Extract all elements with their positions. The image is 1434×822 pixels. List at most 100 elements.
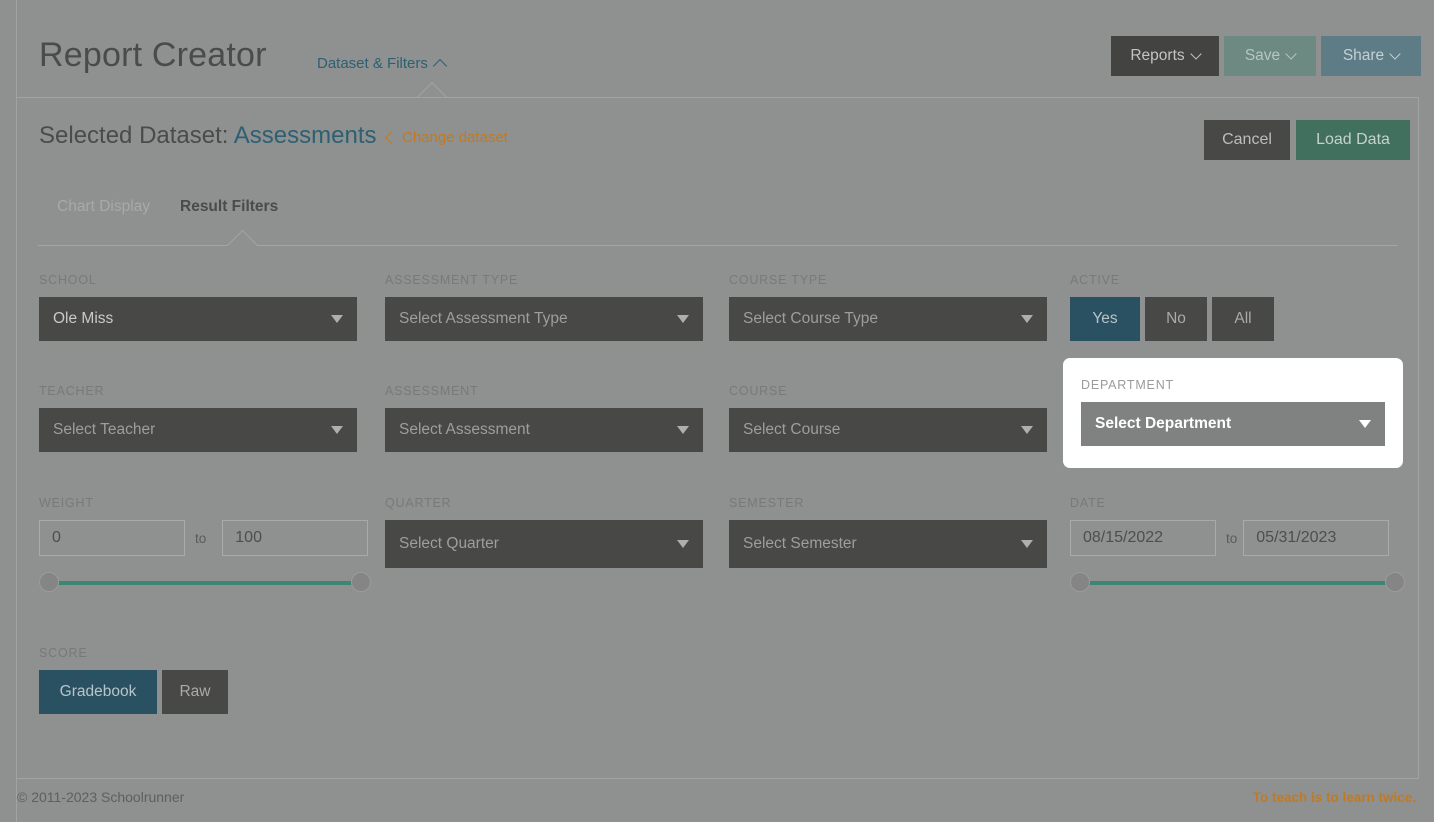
page-footer: © 2011-2023 Schoolrunner To teach is to … — [17, 779, 1434, 822]
chevron-down-icon — [1286, 48, 1297, 59]
change-dataset-link[interactable]: Change dataset — [387, 129, 508, 146]
app-root: Report Creator Dataset & Filters Reports… — [16, 0, 1434, 822]
chevron-down-icon — [677, 540, 689, 548]
department-highlight-popup: DEPARTMENT Select Department — [1063, 358, 1403, 468]
field-teacher-label: TEACHER — [39, 384, 357, 398]
selected-dataset-value: Assessments — [234, 122, 377, 149]
selected-dataset: Selected Dataset: Assessments — [39, 122, 377, 150]
share-button-label: Share — [1343, 47, 1384, 65]
field-quarter: QUARTER Select Quarter — [385, 496, 703, 568]
chevron-down-icon — [677, 426, 689, 434]
chevron-down-icon — [1390, 48, 1401, 59]
share-button[interactable]: Share — [1321, 36, 1421, 76]
weight-max-input[interactable] — [222, 520, 368, 556]
reports-button-label: Reports — [1130, 47, 1184, 65]
active-toggle-no[interactable]: No — [1145, 297, 1207, 341]
field-active: ACTIVE Yes No All — [1070, 273, 1412, 341]
date-range-inputs: to — [1070, 520, 1412, 556]
field-score: SCORE Gradebook Raw — [39, 646, 357, 714]
load-data-button[interactable]: Load Data — [1296, 120, 1410, 160]
chevron-down-icon — [1021, 540, 1033, 548]
assessment-select-value: Select Assessment — [399, 421, 530, 439]
chevron-down-icon — [331, 315, 343, 323]
field-weight-label: WEIGHT — [39, 496, 357, 510]
field-active-label: ACTIVE — [1070, 273, 1412, 287]
semester-select-value: Select Semester — [743, 535, 857, 553]
assessment-select[interactable]: Select Assessment — [385, 408, 703, 452]
semester-select[interactable]: Select Semester — [729, 520, 1047, 568]
date-slider-handle-start[interactable] — [1070, 572, 1090, 592]
active-toggle-all[interactable]: All — [1212, 297, 1274, 341]
field-teacher: TEACHER Select Teacher — [39, 384, 357, 452]
field-assessment: ASSESSMENT Select Assessment — [385, 384, 703, 452]
field-assessment-label: ASSESSMENT — [385, 384, 703, 398]
field-department-label: DEPARTMENT — [1081, 378, 1385, 392]
field-semester-label: SEMESTER — [729, 496, 1047, 510]
chevron-down-icon — [331, 426, 343, 434]
field-quarter-label: QUARTER — [385, 496, 703, 510]
chevron-down-icon — [1190, 48, 1201, 59]
score-toggle-raw[interactable]: Raw — [162, 670, 228, 714]
field-assessment-type: ASSESSMENT TYPE Select Assessment Type — [385, 273, 703, 341]
weight-range-slider[interactable] — [39, 572, 371, 594]
header-actions: Reports Save Share — [1111, 36, 1421, 76]
school-select-value: Ole Miss — [53, 310, 113, 328]
score-toggle-gradebook[interactable]: Gradebook — [39, 670, 157, 714]
field-date-label: DATE — [1070, 496, 1412, 510]
change-dataset-label: Change dataset — [402, 129, 508, 146]
date-end-input[interactable] — [1243, 520, 1389, 556]
field-course-type-label: COURSE TYPE — [729, 273, 1047, 287]
school-select[interactable]: Ole Miss — [39, 297, 357, 341]
course-select-value: Select Course — [743, 421, 840, 439]
weight-range-inputs: to — [39, 520, 357, 556]
dataset-bar: Selected Dataset: Assessments Change dat… — [17, 98, 1418, 176]
date-start-input[interactable] — [1070, 520, 1216, 556]
course-select[interactable]: Select Course — [729, 408, 1047, 452]
date-slider-handle-end[interactable] — [1385, 572, 1405, 592]
field-assessment-type-label: ASSESSMENT TYPE — [385, 273, 703, 287]
date-range-slider[interactable] — [1070, 572, 1405, 594]
weight-range-separator: to — [195, 531, 206, 546]
dataset-filters-toggle[interactable]: Dataset & Filters — [317, 55, 445, 72]
active-toggle-yes[interactable]: Yes — [1070, 297, 1140, 341]
active-tab-pointer — [225, 229, 259, 246]
teacher-select-value: Select Teacher — [53, 421, 155, 439]
tab-chart-display[interactable]: Chart Display — [57, 198, 150, 216]
dataset-bar-actions: Cancel Load Data — [1204, 120, 1410, 160]
tab-result-filters[interactable]: Result Filters — [180, 198, 278, 216]
course-type-select-value: Select Course Type — [743, 310, 878, 328]
department-select-value: Select Department — [1095, 415, 1231, 433]
department-select[interactable]: Select Department — [1081, 402, 1385, 446]
field-school-label: SCHOOL — [39, 273, 357, 287]
filters-panel: Selected Dataset: Assessments Change dat… — [17, 97, 1419, 779]
field-course: COURSE Select Course — [729, 384, 1047, 452]
weight-slider-handle-min[interactable] — [39, 572, 59, 592]
teacher-select[interactable]: Select Teacher — [39, 408, 357, 452]
page-header: Report Creator Dataset & Filters Reports… — [17, 0, 1434, 97]
chevron-down-icon — [677, 315, 689, 323]
assessment-type-select-value: Select Assessment Type — [399, 310, 568, 328]
chevron-left-icon — [385, 131, 398, 144]
field-score-label: SCORE — [39, 646, 357, 660]
chevron-down-icon — [1359, 420, 1371, 428]
weight-min-input[interactable] — [39, 520, 185, 556]
chevron-down-icon — [1021, 315, 1033, 323]
save-button-label: Save — [1245, 47, 1280, 65]
score-toggle-group: Gradebook Raw — [39, 670, 357, 714]
page-title: Report Creator — [39, 36, 267, 75]
field-semester: SEMESTER Select Semester — [729, 496, 1047, 568]
reports-button[interactable]: Reports — [1111, 36, 1219, 76]
field-school: SCHOOL Ole Miss — [39, 273, 357, 341]
quarter-select[interactable]: Select Quarter — [385, 520, 703, 568]
field-date: DATE to — [1070, 496, 1412, 594]
date-slider-track — [1080, 581, 1395, 585]
cancel-button[interactable]: Cancel — [1204, 120, 1290, 160]
copyright-text: © 2011-2023 Schoolrunner — [17, 789, 184, 805]
course-type-select[interactable]: Select Course Type — [729, 297, 1047, 341]
assessment-type-select[interactable]: Select Assessment Type — [385, 297, 703, 341]
weight-slider-handle-max[interactable] — [351, 572, 371, 592]
save-button[interactable]: Save — [1224, 36, 1316, 76]
footer-tagline: To teach is to learn twice. — [1253, 790, 1416, 805]
chevron-down-icon — [1021, 426, 1033, 434]
active-toggle-group: Yes No All — [1070, 297, 1412, 341]
